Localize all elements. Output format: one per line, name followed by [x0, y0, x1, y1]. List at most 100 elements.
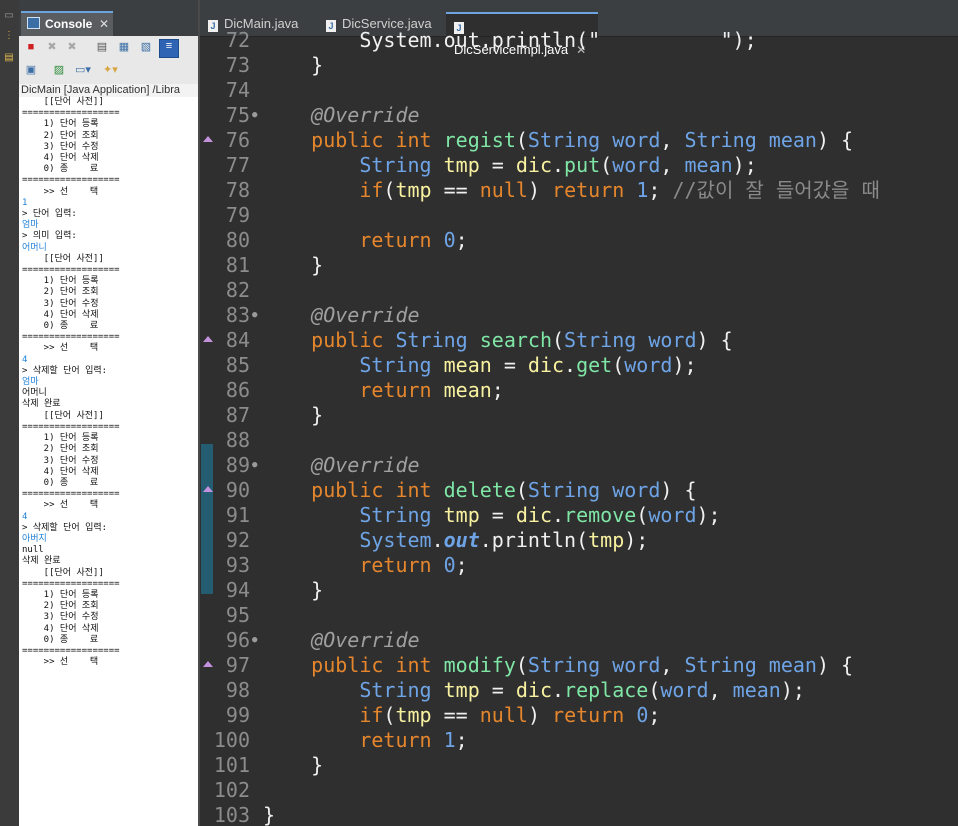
console-output-line: 1) 단어 등록 [22, 433, 99, 444]
hierarchy-icon[interactable]: ▤ [2, 52, 16, 64]
console-tab-label: Console [45, 17, 93, 31]
line-number: 81 [225, 253, 250, 277]
tab-console[interactable]: Console ✕ [21, 11, 113, 36]
display-console-icon[interactable]: ▣ [24, 64, 38, 77]
console-toolbar: ■ ✖ ✖ ▤ ▦ ▧ ≡ ▣ ▨ ▭▾ ✦▾ [19, 36, 198, 84]
console-output-line: [[단어 사전]] [22, 253, 104, 264]
new-console-icon[interactable]: ▭▾ [75, 64, 91, 77]
close-icon[interactable]: ✕ [99, 13, 109, 35]
remove-launch-icon[interactable]: ✖ [45, 41, 59, 54]
code-line: 102 [200, 778, 958, 803]
console-output-line: 4) 단어 삭제 [22, 153, 99, 164]
console-icon [27, 17, 40, 29]
word-wrap-icon[interactable]: ▧ [139, 41, 153, 54]
console-output-line: ================== [22, 578, 120, 589]
console-process-label: DicMain [Java Application] /Libra [19, 84, 198, 97]
view-menu-icon[interactable]: ✦▾ [103, 64, 118, 77]
code-text: } [263, 803, 276, 826]
clear-console-icon[interactable]: ▤ [95, 41, 109, 54]
fold-icon[interactable]: ● [252, 103, 262, 128]
code-line: 84 public String search(String word) { [200, 328, 958, 353]
code-text: return 0; [263, 228, 468, 252]
pin-console-icon[interactable]: ≡ [159, 39, 179, 58]
code-line: 83 ● @Override [200, 303, 958, 328]
console-output-line: 삭제 완료 [22, 556, 61, 567]
code-line: 82 [200, 278, 958, 303]
line-number: 96 [225, 628, 250, 652]
code-line: 99 if(tmp == null) return 0; [200, 703, 958, 728]
console-input-line: 엄마 [22, 220, 39, 231]
console-output-line: ================== [22, 265, 120, 276]
code-text: String tmp = dic.remove(word); [263, 503, 721, 527]
console-output-line: ================== [22, 175, 120, 186]
console-output-line: >> 선 택 [22, 500, 99, 511]
line-number: 95 [225, 603, 250, 627]
line-number: 91 [225, 503, 250, 527]
console-output-line: 3) 단어 수정 [22, 612, 99, 623]
code-line: 98 String tmp = dic.replace(word, mean); [200, 678, 958, 703]
console-output-line: 0) 종 료 [22, 164, 99, 175]
console-output-line: 3) 단어 수정 [22, 141, 99, 152]
code-text: } [263, 253, 324, 277]
code-line: 92 System.out.println(tmp); [200, 528, 958, 553]
code-line: 79 [200, 203, 958, 228]
console-output-line: 0) 종 료 [22, 634, 99, 645]
console-output-line: 0) 종 료 [22, 321, 99, 332]
line-number: 100 [213, 728, 250, 752]
code-line: 88 [200, 428, 958, 453]
console-output-line: 1) 단어 등록 [22, 276, 99, 287]
console-output-line: 삭제 완료 [22, 399, 61, 410]
code-line: 91 String tmp = dic.remove(word); [200, 503, 958, 528]
code-text: } [263, 753, 324, 777]
line-number: 103 [213, 803, 250, 826]
console-output-line: 4) 단어 삭제 [22, 466, 99, 477]
minimize-icon[interactable]: ▭ [2, 10, 16, 22]
code-text: } [263, 403, 324, 427]
console-output-line: >> 선 택 [22, 186, 99, 197]
line-number: 79 [225, 203, 250, 227]
console-output-line: [[단어 사전]] [22, 567, 104, 578]
line-number: 82 [225, 278, 250, 302]
outline-icon[interactable]: ⋮ [2, 30, 16, 42]
console-output-line: ================== [22, 332, 120, 343]
code-line: 103} [200, 803, 958, 826]
remove-all-icon[interactable]: ✖ [65, 41, 79, 54]
console-input-line: 4 [22, 511, 28, 522]
console-output-line: 3) 단어 수정 [22, 298, 99, 309]
console-output-line: >> 선 택 [22, 343, 99, 354]
code-text: @Override [263, 103, 420, 127]
open-console-icon[interactable]: ▨ [52, 64, 66, 77]
code-text: return mean; [263, 378, 504, 402]
console-output-line: null [22, 545, 44, 556]
code-line: 81 } [200, 253, 958, 278]
code-line: 93 return 0; [200, 553, 958, 578]
console-output-line: 1) 단어 등록 [22, 589, 99, 600]
console-output-line: > 삭제할 단어 입력: [22, 522, 108, 533]
line-number: 72 [225, 28, 250, 52]
console-output-line: 4) 단어 삭제 [22, 623, 99, 634]
fold-icon[interactable]: ● [252, 453, 262, 478]
stop-icon[interactable]: ■ [24, 41, 38, 54]
console-input-line: 엄마 [22, 377, 39, 388]
override-icon [203, 336, 213, 342]
line-number: 74 [225, 78, 250, 102]
line-number: 98 [225, 678, 250, 702]
console-input-line: 아버지 [22, 533, 47, 544]
fold-icon[interactable]: ● [252, 303, 262, 328]
code-text: @Override [263, 303, 420, 327]
code-text: System.out.println(tmp); [263, 528, 649, 552]
scroll-lock-icon[interactable]: ▦ [117, 41, 131, 54]
code-text: public String search(String word) { [263, 328, 733, 352]
code-line: 73 } [200, 53, 958, 78]
code-line: 96 ● @Override [200, 628, 958, 653]
left-trim-bar: ▭ ⋮ ▤ [0, 0, 20, 826]
code-line: 77 String tmp = dic.put(word, mean); [200, 153, 958, 178]
code-line: 85 String mean = dic.get(word); [200, 353, 958, 378]
fold-icon[interactable]: ● [252, 628, 262, 653]
console-output-line: ================== [22, 108, 120, 119]
console-tab-bar: Console ✕ [19, 0, 198, 36]
code-line: 101 } [200, 753, 958, 778]
code-text: if(tmp == null) return 0; [263, 703, 661, 727]
code-line: 100 return 1; [200, 728, 958, 753]
console-output[interactable]: [[단어 사전]] ================== 1) 단어 등록 2) … [19, 97, 198, 668]
